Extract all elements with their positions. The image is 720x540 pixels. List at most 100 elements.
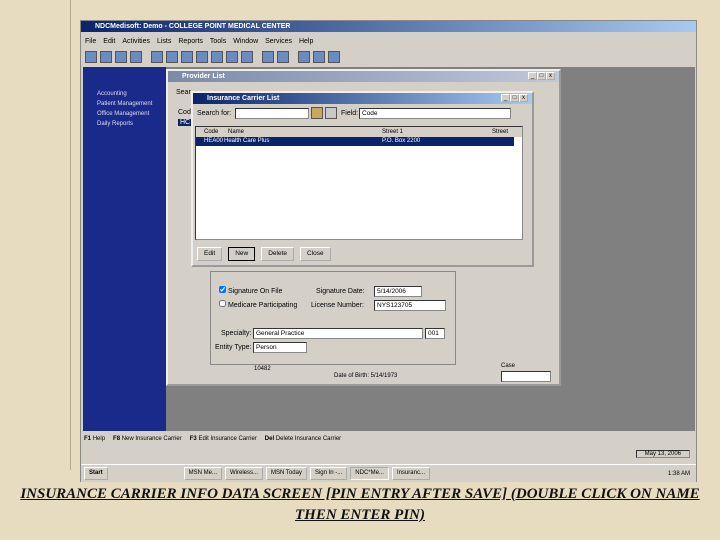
toolbar-icon[interactable]	[196, 51, 208, 63]
toolbar-icon[interactable]	[313, 51, 325, 63]
signature-date-label: Signature Date:	[316, 288, 365, 295]
column-street[interactable]: Street	[492, 127, 508, 137]
field-label: Field:	[341, 110, 359, 117]
app-title-bar: NDCMedisoft: Demo - COLLEGE POINT MEDICA…	[81, 21, 696, 32]
maximize-button[interactable]: □	[510, 94, 519, 102]
provider-column-header: Cod	[178, 109, 191, 116]
taskbar-item[interactable]: Sign In -...	[309, 467, 348, 480]
toolbar-icon[interactable]	[277, 51, 289, 63]
sidebar-item-accounting[interactable]: Accounting	[97, 91, 166, 97]
toolbar-icon[interactable]	[262, 51, 274, 63]
close-dialog-button[interactable]: Close	[300, 247, 331, 261]
menu-window[interactable]: Window	[233, 38, 258, 45]
carrier-list-title: Insurance Carrier List	[193, 93, 532, 104]
menu-help[interactable]: Help	[299, 38, 313, 45]
signature-on-file-label: Signature On File	[227, 288, 283, 295]
case-label: Case	[501, 363, 516, 369]
fkey-help[interactable]: F1 Help	[84, 436, 105, 442]
minimize-button[interactable]: _	[501, 94, 510, 102]
date-of-birth: Date of Birth: 5/14/1973	[334, 373, 398, 379]
minimize-button[interactable]: _	[528, 72, 537, 80]
maximize-button[interactable]: □	[537, 72, 546, 80]
carrier-grid: Code Name Street 1 Street HEA00 Health C…	[195, 126, 523, 240]
cell-name: Health Care Plus	[224, 138, 270, 144]
sidebar-item-daily-reports[interactable]: Daily Reports	[97, 121, 166, 127]
app-window: NDCMedisoft: Demo - COLLEGE POINT MEDICA…	[80, 20, 697, 482]
menu-edit[interactable]: Edit	[103, 38, 115, 45]
taskbar-item[interactable]: NDC*Me...	[350, 467, 389, 480]
specialty-code-field[interactable]: 001	[425, 328, 445, 339]
toolbar-icon[interactable]	[115, 51, 127, 63]
menu-services[interactable]: Services	[265, 38, 292, 45]
menu-tools[interactable]: Tools	[210, 38, 226, 45]
table-row[interactable]: HEA00 Health Care Plus P.O. Box 2200	[196, 137, 514, 146]
toolbar-icon[interactable]	[151, 51, 163, 63]
medicare-label: Medicare Participating	[227, 302, 298, 309]
cell-code: HEA00	[204, 138, 224, 144]
close-button[interactable]: x	[546, 72, 555, 80]
column-street1[interactable]: Street 1	[382, 127, 492, 137]
medicare-checkbox[interactable]	[219, 300, 226, 307]
taskbar-item[interactable]: MSN Today	[266, 467, 307, 480]
fkey-new-carrier[interactable]: F8 New Insurance Carrier	[113, 436, 182, 442]
toolbar-icon[interactable]	[130, 51, 142, 63]
id-partial: 10482	[254, 366, 271, 372]
entity-type-label: Entity Type:	[215, 344, 252, 351]
sidebar-item-patient-management[interactable]: Patient Management	[97, 101, 166, 107]
fkey-delete-carrier[interactable]: Del Delete Insurance Carrier	[265, 436, 341, 442]
toolbar-icon[interactable]	[211, 51, 223, 63]
menu-reports[interactable]: Reports	[178, 38, 203, 45]
toolbar-icon[interactable]	[241, 51, 253, 63]
taskbar-item[interactable]: MSN Me...	[183, 467, 223, 480]
column-code[interactable]: Code	[204, 127, 228, 137]
taskbar: Start MSN Me... Wireless... MSN Today Si…	[81, 464, 696, 482]
filter-icon[interactable]	[325, 107, 337, 119]
taskbar-item[interactable]: Insuranc...	[391, 467, 430, 480]
start-button[interactable]: Start	[84, 467, 108, 480]
status-date: May 13, 2006	[635, 450, 690, 458]
toolbar-icon[interactable]	[226, 51, 238, 63]
menu-lists[interactable]: Lists	[157, 38, 171, 45]
cell-street1: P.O. Box 2200	[382, 138, 421, 144]
case-select[interactable]	[501, 371, 551, 382]
fkey-edit-carrier[interactable]: F3 Edit Insurance Carrier	[190, 436, 257, 442]
signature-date-field[interactable]: 5/14/2006	[374, 286, 422, 297]
toolbar-icon[interactable]	[166, 51, 178, 63]
delete-button[interactable]: Delete	[261, 247, 295, 261]
search-icon[interactable]	[311, 107, 323, 119]
toolbar-icon[interactable]	[100, 51, 112, 63]
search-label: Search for:	[197, 110, 232, 117]
column-name[interactable]: Name	[228, 127, 382, 137]
provider-list-title: Provider List	[168, 71, 559, 82]
menu-bar: File Edit Activities Lists Reports Tools…	[85, 38, 313, 45]
provider-row[interactable]: HC	[178, 119, 193, 126]
provider-detail-panel: Signature On File Medicare Participating…	[210, 271, 456, 365]
new-button[interactable]: New	[228, 247, 256, 261]
field-select[interactable]: Code	[359, 108, 511, 119]
menu-file[interactable]: File	[85, 38, 96, 45]
specialty-label: Specialty:	[221, 330, 252, 337]
insurance-carrier-list-window: Insurance Carrier List _ □ x Search for: F…	[191, 91, 534, 267]
slide-divider	[70, 0, 71, 470]
toolbar	[85, 51, 340, 63]
function-key-bar: F1 Help F8 New Insurance Carrier F3 Edit…	[84, 436, 341, 442]
entity-type-select[interactable]: Person	[253, 342, 307, 353]
exit-icon[interactable]	[328, 51, 340, 63]
slide-caption: INSURANCE CARRIER INFO DATA SCREEN [PIN …	[20, 486, 700, 523]
license-label: License Number:	[311, 302, 364, 309]
toolbar-icon[interactable]	[181, 51, 193, 63]
toolbar-icon[interactable]	[298, 51, 310, 63]
menu-activities[interactable]: Activities	[122, 38, 150, 45]
sidebar-item-office-management[interactable]: Office Management	[97, 111, 166, 117]
taskbar-item[interactable]: Wireless...	[225, 467, 264, 480]
specialty-select[interactable]: General Practice	[253, 328, 423, 339]
search-input[interactable]	[235, 108, 309, 119]
signature-on-file-checkbox[interactable]	[219, 286, 226, 293]
close-button[interactable]: x	[519, 94, 528, 102]
license-field[interactable]: NYS123705	[374, 300, 446, 311]
provider-search-label: Sear	[176, 89, 191, 96]
edit-button[interactable]: Edit	[197, 247, 223, 261]
mdi-area: Accounting Patient Management Office Man…	[83, 67, 695, 431]
toolbar-icon[interactable]	[85, 51, 97, 63]
clock: 1:38 AM	[667, 470, 690, 477]
